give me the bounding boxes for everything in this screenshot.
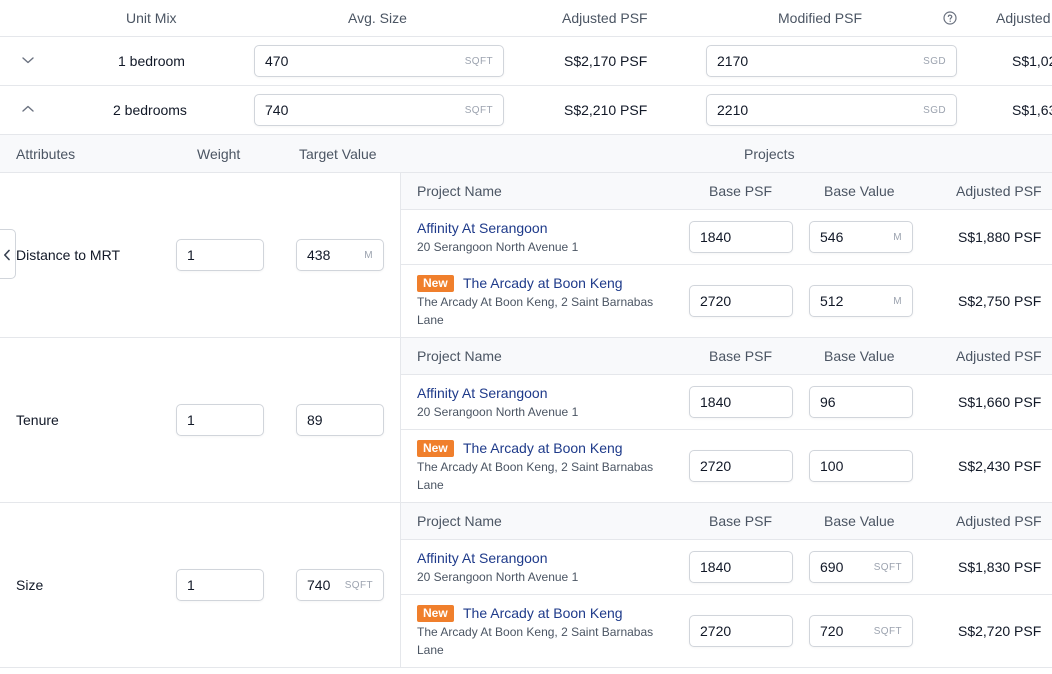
project-name-link[interactable]: Affinity At Serangoon <box>417 385 548 401</box>
attributes-header-label: Attributes <box>16 146 76 162</box>
new-badge: New <box>417 275 454 292</box>
base-value-input[interactable]: 100 <box>809 450 913 482</box>
project-table-header: Project Name Base PSF Base Value Adjuste… <box>401 503 1052 539</box>
project-table-header: Project Name Base PSF Base Value Adjuste… <box>401 173 1052 209</box>
weight-input[interactable]: 1 <box>176 569 264 601</box>
base-value-input[interactable]: 690 SQFT <box>809 551 913 583</box>
unit-label: 2 bedrooms <box>113 102 187 118</box>
chevron-up-icon[interactable] <box>21 104 35 114</box>
attribute-label: Distance to MRT <box>16 247 120 263</box>
adjusted-psf-value: S$2,170 PSF <box>564 53 648 69</box>
target-value-input[interactable]: 438 M <box>296 239 384 271</box>
project-adjusted-psf: S$1,880 PSF <box>958 229 1042 245</box>
project-adjusted-psf: S$2,750 PSF <box>958 293 1042 309</box>
base-value-input[interactable]: 720 SQFT <box>809 615 913 647</box>
base-value-input[interactable]: 96 <box>809 386 913 418</box>
new-badge: New <box>417 605 454 622</box>
project-adjusted-psf: S$1,660 PSF <box>958 394 1042 410</box>
project-adjusted-psf: S$2,720 PSF <box>958 623 1042 639</box>
modified-psf-input[interactable]: 2210 SGD <box>706 94 957 126</box>
target-value-input[interactable]: 89 <box>296 404 384 436</box>
adjusted-psf-header: Adjusted PSF <box>562 10 648 26</box>
adjusted-value-header: Adjusted <box>996 10 1051 26</box>
project-address: 20 Serangoon North Avenue 1 <box>417 570 579 584</box>
modified-psf-header: Modified PSF <box>778 10 863 26</box>
unit-mix-header: Unit Mix <box>126 10 177 26</box>
weight-input[interactable]: 1 <box>176 404 264 436</box>
project-adjusted-psf: S$1,830 PSF <box>958 559 1042 575</box>
base-psf-input[interactable]: 1840 <box>689 551 793 583</box>
projects-header: Projects <box>744 146 795 162</box>
collapse-handle[interactable] <box>0 229 16 279</box>
project-name-link[interactable]: Affinity At Serangoon <box>417 220 548 236</box>
base-value-input[interactable]: 512 M <box>809 285 913 317</box>
project-address: The Arcady At Boon Keng, 2 Saint Barnaba… <box>417 295 654 327</box>
avg-size-header: Avg. Size <box>348 10 407 26</box>
base-psf-input[interactable]: 2720 <box>689 615 793 647</box>
adjusted-psf-value: S$2,210 PSF <box>564 102 648 118</box>
adjusted-value: S$1,02 <box>1012 53 1052 69</box>
project-adjusted-psf: S$2,430 PSF <box>958 458 1042 474</box>
project-address: 20 Serangoon North Avenue 1 <box>417 240 579 254</box>
new-badge: New <box>417 440 454 457</box>
attribute-label: Size <box>16 577 44 593</box>
attributes-header: Attributes Weight Target Value Projects <box>0 135 1052 172</box>
weight-input[interactable]: 1 <box>176 239 264 271</box>
adjusted-value: S$1,63 <box>1012 102 1052 118</box>
project-address: The Arcady At Boon Keng, 2 Saint Barnaba… <box>417 625 654 657</box>
base-psf-input[interactable]: 1840 <box>689 386 793 418</box>
project-name-link[interactable]: The Arcady at Boon Keng <box>463 275 623 291</box>
base-psf-input[interactable]: 2720 <box>689 285 793 317</box>
unit-label: 1 bedroom <box>118 53 185 69</box>
base-psf-input[interactable]: 2720 <box>689 450 793 482</box>
base-value-input[interactable]: 546 M <box>809 221 913 253</box>
help-icon[interactable] <box>943 11 957 25</box>
project-name-link[interactable]: Affinity At Serangoon <box>417 550 548 566</box>
chevron-down-icon[interactable] <box>21 55 35 65</box>
project-name-link[interactable]: The Arcady at Boon Keng <box>463 605 623 621</box>
modified-psf-input[interactable]: 2170 SGD <box>706 45 957 77</box>
target-value-input[interactable]: 740 SQFT <box>296 569 384 601</box>
avg-size-input[interactable]: 740 SQFT <box>254 94 504 126</box>
project-address: The Arcady At Boon Keng, 2 Saint Barnaba… <box>417 460 654 492</box>
chevron-left-icon <box>3 249 11 261</box>
avg-size-input[interactable]: 470 SQFT <box>254 45 504 77</box>
project-name-link[interactable]: The Arcady at Boon Keng <box>463 440 623 456</box>
attribute-label: Tenure <box>16 412 59 428</box>
base-psf-input[interactable]: 1840 <box>689 221 793 253</box>
target-value-header: Target Value <box>299 146 377 162</box>
project-table-header: Project Name Base PSF Base Value Adjuste… <box>401 338 1052 374</box>
project-address: 20 Serangoon North Avenue 1 <box>417 405 579 419</box>
weight-header: Weight <box>197 146 241 162</box>
